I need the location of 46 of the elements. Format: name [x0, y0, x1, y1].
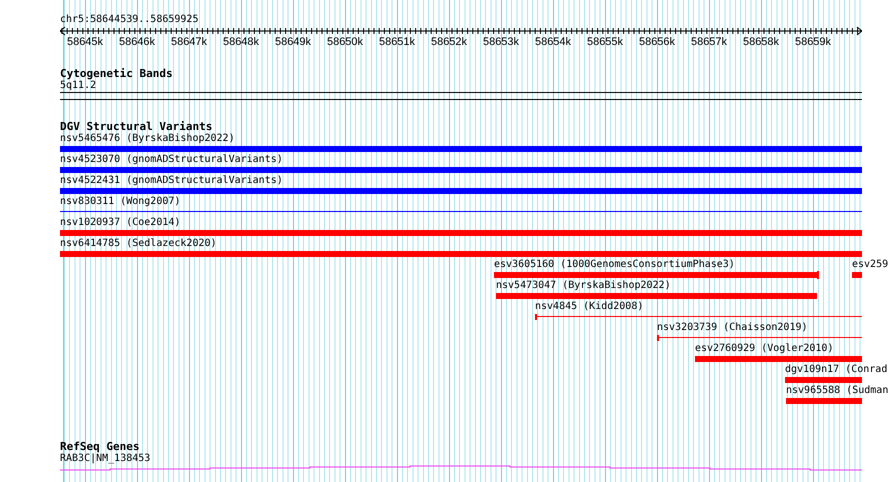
feature-label: nsv4522431 (gnomADStructuralVariants) — [60, 175, 283, 187]
tick-label: 58654k — [534, 36, 572, 49]
track-title: Cytogenetic Bands — [60, 68, 173, 80]
tick-label: 58649k — [274, 36, 312, 49]
feature-label: esv259 — [852, 259, 888, 271]
variant-bar[interactable] — [60, 167, 862, 173]
feature-label: esv2760929 (Vogler2010) — [695, 343, 834, 355]
variant-bar[interactable] — [785, 377, 862, 383]
tick-label: 58648k — [222, 36, 260, 49]
tick-label: 58659k — [794, 36, 832, 49]
tick-label: 58653k — [482, 36, 520, 49]
variant-bar[interactable] — [60, 230, 862, 236]
feature-label: nsv4523070 (gnomADStructuralVariants) — [60, 154, 283, 166]
feature-label: nsv830311 (Wong2007) — [60, 196, 180, 208]
tick-label: 58657k — [690, 36, 728, 49]
gene-label: RAB3C|NM_138453 — [60, 453, 150, 465]
feature-label: esv3605160 (1000GenomesConsortiumPhase3) — [494, 259, 735, 271]
tick-label: 58658k — [742, 36, 780, 49]
tick-label: 58647k — [170, 36, 208, 49]
location-label: chr5:58644539..58659925 — [60, 13, 198, 26]
feature-label: nsv6414785 (Sedlazeck2020) — [60, 238, 217, 250]
feature-label: nsv5465476 (ByrskaBishop2022) — [60, 133, 235, 145]
track-title: RefSeq Genes — [60, 441, 140, 453]
tick-label: 58656k — [638, 36, 676, 49]
variant-bar[interactable] — [494, 272, 819, 278]
tick-label: 58645k — [66, 36, 104, 49]
variant-bar[interactable] — [60, 146, 862, 152]
feature-label: nsv5473047 (ByrskaBishop2022) — [496, 280, 671, 292]
track-title: DGV Structural Variants — [60, 121, 212, 133]
variant-bar[interactable] — [60, 251, 862, 257]
tick-label: 58650k — [326, 36, 364, 49]
feature-label: nsv4845 (Kidd2008) — [535, 301, 644, 313]
feature-label: dgv109n17 (Conrad — [785, 364, 888, 376]
variant-bar[interactable] — [695, 356, 862, 362]
variant-bar[interactable] — [60, 188, 862, 194]
tick-label: 58652k — [430, 36, 468, 49]
band-label: 5q11.2 — [60, 80, 96, 92]
tick-label: 58651k — [378, 36, 416, 49]
variant-bar[interactable] — [786, 398, 862, 404]
tick-label: 58646k — [118, 36, 156, 49]
feature-label: nsv965588 (Sudman — [786, 385, 888, 397]
variant-bar[interactable] — [496, 293, 817, 299]
variant-bar[interactable] — [852, 272, 862, 278]
feature-label: nsv3203739 (Chaisson2019) — [657, 322, 808, 334]
feature-label: nsv1020937 (Coe2014) — [60, 217, 180, 229]
tick-label: 58655k — [586, 36, 624, 49]
